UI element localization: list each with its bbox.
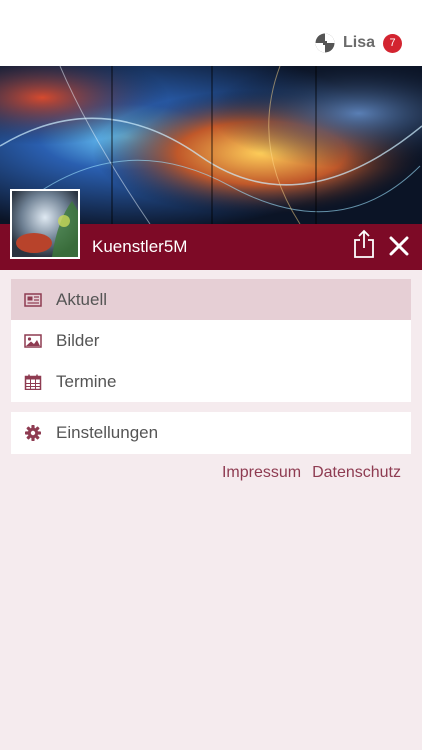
top-bar: Lisa 7 bbox=[0, 0, 422, 66]
image-icon bbox=[24, 333, 42, 348]
newspaper-icon bbox=[24, 292, 42, 307]
menu-item-termine[interactable]: Termine bbox=[11, 361, 411, 402]
footer-links: Impressum Datenschutz bbox=[211, 464, 401, 482]
checkered-logo-icon bbox=[315, 33, 335, 53]
main-menu: Aktuell Bilder Termine bbox=[11, 279, 411, 402]
user-account[interactable]: Lisa 7 bbox=[315, 33, 402, 53]
menu-item-einstellungen[interactable]: Einstellungen bbox=[11, 412, 411, 454]
close-icon[interactable] bbox=[388, 235, 410, 257]
gear-icon bbox=[25, 425, 41, 441]
menu-item-aktuell[interactable]: Aktuell bbox=[11, 279, 411, 320]
avatar[interactable] bbox=[10, 189, 80, 259]
calendar-icon bbox=[24, 374, 42, 390]
menu-item-bilder[interactable]: Bilder bbox=[11, 320, 411, 361]
menu-label-termine: Termine bbox=[56, 371, 117, 391]
datenschutz-link[interactable]: Datenschutz bbox=[312, 464, 401, 482]
username[interactable]: Lisa bbox=[343, 34, 375, 52]
share-icon[interactable] bbox=[352, 229, 376, 259]
impressum-link[interactable]: Impressum bbox=[222, 464, 301, 482]
notification-badge[interactable]: 7 bbox=[383, 33, 402, 53]
menu-label-bilder: Bilder bbox=[56, 330, 100, 350]
menu-label-aktuell: Aktuell bbox=[56, 289, 108, 309]
profile-name: Kuenstler5M bbox=[92, 237, 188, 256]
menu-label-einstellungen: Einstellungen bbox=[56, 423, 159, 442]
